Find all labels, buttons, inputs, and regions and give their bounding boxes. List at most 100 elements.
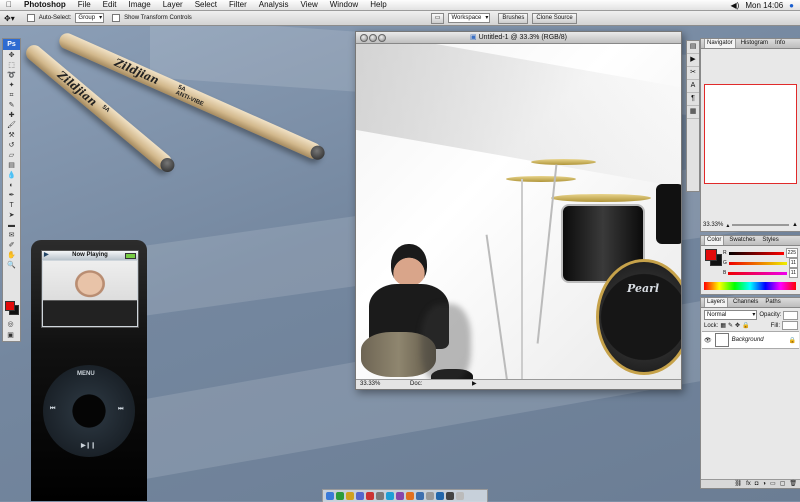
menu-help[interactable]: Help <box>364 0 392 10</box>
color-g-slider[interactable] <box>728 261 787 265</box>
document-info-label[interactable]: Doc: <box>410 381 422 387</box>
navigator-zoom-slider[interactable] <box>732 224 790 226</box>
tab-histogram[interactable]: Histogram <box>739 39 770 48</box>
navigator-zoom-value[interactable]: 33.33% <box>703 222 723 228</box>
dock-app-icon-7[interactable] <box>386 492 394 500</box>
dock-app-icon-2[interactable] <box>336 492 344 500</box>
dock-app-icon-12[interactable] <box>436 492 444 500</box>
notes-tool-icon[interactable]: ✉ <box>5 231 18 240</box>
lock-position-icon[interactable]: ✥ <box>735 322 740 329</box>
dock-trash-icon[interactable] <box>456 492 464 500</box>
dock-palette-icon-2[interactable]: ▶ <box>687 54 699 67</box>
adjustment-layer-icon[interactable]: ◑ <box>762 480 766 488</box>
menu-app-name[interactable]: Photoshop <box>18 0 72 10</box>
status-menu-icon[interactable]: ▶ <box>472 381 477 387</box>
menu-clock[interactable]: Mon 14:06 <box>745 1 783 10</box>
foreground-color-swatch[interactable] <box>5 301 15 311</box>
dock-palette-icon-1[interactable]: ▤ <box>687 41 699 54</box>
tab-paths[interactable]: Paths <box>763 298 782 307</box>
lock-all-icon[interactable]: 🔒 <box>742 322 749 329</box>
color-b-slider[interactable] <box>728 271 787 275</box>
menu-view[interactable]: View <box>295 0 324 10</box>
navigator-preview[interactable] <box>704 84 797 184</box>
workspace-icon[interactable]: ▭ <box>430 12 445 24</box>
dock-app-icon-10[interactable] <box>416 492 424 500</box>
tab-layers[interactable]: Layers <box>704 298 729 307</box>
workspace-dropdown[interactable]: Workspace <box>448 13 491 23</box>
dock-palette-icon-5[interactable]: ¶ <box>687 93 699 106</box>
path-selection-tool-icon[interactable]: ➤ <box>5 211 18 220</box>
menu-edit[interactable]: Edit <box>97 0 123 10</box>
color-b-value[interactable]: 11 <box>788 268 798 278</box>
lock-transparency-icon[interactable]: ▦ <box>720 322 726 329</box>
lock-pixels-icon[interactable]: ✎ <box>728 322 733 329</box>
eyedropper-tool-icon[interactable]: ✐ <box>5 241 18 250</box>
menu-filter[interactable]: Filter <box>223 0 253 10</box>
document-titlebar[interactable]: ▣ Untitled-1 @ 33.3% (RGB/8) <box>356 32 681 44</box>
color-g-value[interactable]: 11 <box>788 258 798 268</box>
pen-tool-icon[interactable]: ✒ <box>5 191 18 200</box>
layer-row-background[interactable]: 👁 Background 🔒 <box>702 331 799 349</box>
menu-select[interactable]: Select <box>189 0 223 10</box>
move-tool-preset-icon[interactable]: ✥▾ <box>4 14 15 23</box>
dock-app-icon-4[interactable] <box>356 492 364 500</box>
show-transform-checkbox[interactable] <box>112 14 121 22</box>
dock-app-icon-11[interactable] <box>426 492 434 500</box>
spotlight-icon[interactable]: ● <box>789 1 794 10</box>
apple-menu-icon[interactable]:  <box>0 0 18 10</box>
dock-app-icon-13[interactable] <box>446 492 454 500</box>
zoom-tool-icon[interactable]: 🔍 <box>5 261 18 270</box>
screen-mode-icon[interactable]: ▣ <box>4 331 17 340</box>
close-window-icon[interactable] <box>360 34 368 42</box>
history-brush-tool-icon[interactable]: ↺ <box>5 141 18 150</box>
zoom-window-icon[interactable] <box>378 34 386 42</box>
layer-visibility-eye-icon[interactable]: 👁 <box>704 337 712 344</box>
menu-file[interactable]: File <box>72 0 97 10</box>
wheel-playpause-icon[interactable]: ▶❙❙ <box>81 442 96 449</box>
hand-tool-icon[interactable]: ✋ <box>5 251 18 260</box>
dodge-tool-icon[interactable]: ◐ <box>5 181 18 190</box>
zoom-out-icon[interactable]: ▴ <box>726 222 729 229</box>
document-zoom[interactable]: 33.33% <box>360 381 380 387</box>
crop-tool-icon[interactable]: ⌗ <box>5 91 18 100</box>
blend-mode-dropdown[interactable]: Normal <box>704 310 758 320</box>
color-r-slider[interactable] <box>728 251 784 255</box>
layer-name[interactable]: Background <box>732 337 764 343</box>
type-tool-icon[interactable]: T <box>5 201 18 210</box>
color-r-value[interactable]: 225 <box>785 248 798 258</box>
wheel-next-icon[interactable]: ⏭ <box>118 406 123 413</box>
menu-analysis[interactable]: Analysis <box>253 0 295 10</box>
new-layer-icon[interactable]: ▢ <box>780 480 786 488</box>
quick-mask-icon[interactable]: ◎ <box>4 320 17 329</box>
clone-source-well-tab[interactable]: Clone Source <box>532 12 577 24</box>
menu-image[interactable]: Image <box>122 0 156 10</box>
volume-icon[interactable]: ◀) <box>731 1 740 10</box>
fill-field[interactable] <box>782 321 798 330</box>
document-canvas[interactable]: Pearl <box>356 44 681 379</box>
dock-palette-icon-3[interactable]: ✂ <box>687 67 699 80</box>
wheel-prev-icon[interactable]: ⏮ <box>50 406 55 413</box>
auto-select-dropdown[interactable]: Group <box>75 13 105 23</box>
color-fg-swatch[interactable] <box>705 249 717 261</box>
magic-wand-tool-icon[interactable]: ✦ <box>5 81 18 90</box>
new-group-icon[interactable]: ▭ <box>770 480 776 488</box>
tab-swatches[interactable]: Swatches <box>727 236 757 245</box>
tab-color[interactable]: Color <box>704 236 725 245</box>
layer-style-icon[interactable]: fx <box>746 480 751 488</box>
layer-mask-icon[interactable]: ◘ <box>755 480 759 488</box>
gradient-tool-icon[interactable]: ▤ <box>5 161 18 170</box>
brush-tool-icon[interactable]: 🖌 <box>5 121 18 130</box>
healing-brush-tool-icon[interactable]: ✚ <box>5 111 18 120</box>
blur-tool-icon[interactable]: 💧 <box>5 171 18 180</box>
ps-logo[interactable]: Ps <box>3 39 20 50</box>
shape-tool-icon[interactable]: ▬ <box>5 221 18 230</box>
marquee-tool-icon[interactable]: ⬚ <box>5 61 18 70</box>
dock-finder-icon[interactable] <box>326 492 334 500</box>
tab-info[interactable]: Info <box>773 39 787 48</box>
wheel-center-button[interactable] <box>70 392 108 430</box>
slice-tool-icon[interactable]: ✎ <box>5 101 18 110</box>
delete-layer-icon[interactable]: 🗑 <box>789 480 797 488</box>
dock-app-icon-8[interactable] <box>396 492 404 500</box>
zoom-in-icon[interactable]: ▲ <box>792 222 798 228</box>
eraser-tool-icon[interactable]: ▱ <box>5 151 18 160</box>
